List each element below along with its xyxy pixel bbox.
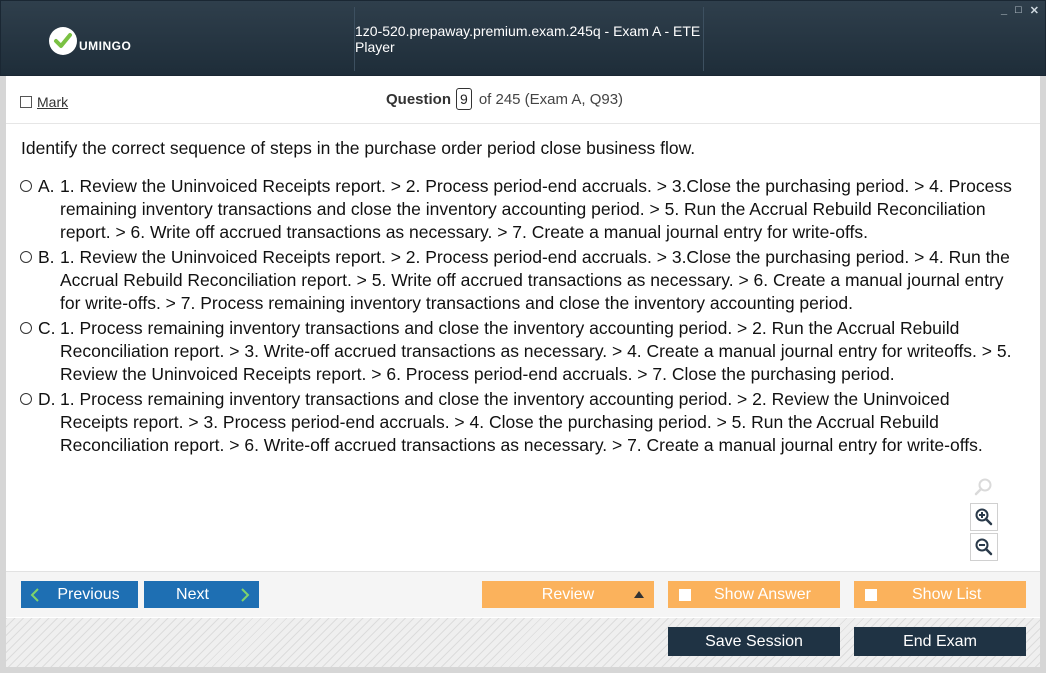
question-label: Question <box>386 90 452 108</box>
title-bar: UMINGO 1z0-520.prepaway.premium.exam.245… <box>0 0 1046 76</box>
show-list-label: Show List <box>912 585 982 603</box>
navigation-bar: Previous Next Review Show Answer Show Li… <box>6 571 1040 617</box>
title-separator <box>703 7 704 71</box>
close-button[interactable]: ✕ <box>1030 4 1039 17</box>
end-exam-button[interactable]: End Exam <box>854 627 1026 656</box>
zoom-in-icon[interactable] <box>970 503 998 531</box>
option-b-radio[interactable] <box>20 251 32 263</box>
question-header: Mark Question 9 of 245 (Exam A, Q93) <box>6 78 1040 124</box>
show-answer-button[interactable]: Show Answer <box>668 581 840 608</box>
answer-options: A. 1. Review the Uninvoiced Receipts rep… <box>20 175 1020 459</box>
zoom-panel <box>970 473 1004 561</box>
show-list-button[interactable]: Show List <box>854 581 1026 608</box>
logo-text: UMINGO <box>79 39 132 53</box>
question-number-input[interactable]: 9 <box>456 88 472 110</box>
search-icon[interactable] <box>970 473 998 501</box>
mark-label: Mark <box>37 94 69 110</box>
app-logo: UMINGO <box>49 25 131 57</box>
check-icon <box>49 27 77 55</box>
option-c-radio[interactable] <box>20 322 32 334</box>
chevron-left-icon <box>30 588 39 602</box>
chevron-right-icon <box>241 588 250 602</box>
question-content: Identify the correct sequence of steps i… <box>6 125 1040 570</box>
mark-checkbox[interactable]: Mark <box>20 94 68 110</box>
option-letter: A. <box>38 176 55 196</box>
minimize-button[interactable]: _ <box>1001 4 1007 17</box>
option-a-radio[interactable] <box>20 180 32 192</box>
show-answer-label: Show Answer <box>714 585 811 603</box>
option-c[interactable]: C. 1. Process remaining inventory transa… <box>20 317 1020 386</box>
frame-right <box>1040 76 1046 673</box>
option-d[interactable]: D. 1. Process remaining inventory transa… <box>20 388 1020 457</box>
bottom-bar: Save Session End Exam <box>6 618 1040 667</box>
option-d-radio[interactable] <box>20 393 32 405</box>
save-session-button[interactable]: Save Session <box>668 627 840 656</box>
next-button[interactable]: Next <box>144 581 259 608</box>
option-b[interactable]: B. 1. Review the Uninvoiced Receipts rep… <box>20 246 1020 315</box>
window-title: 1z0-520.prepaway.premium.exam.245q - Exa… <box>355 23 701 55</box>
show-answer-checkbox[interactable] <box>679 588 691 601</box>
mark-checkbox-box[interactable] <box>20 96 32 108</box>
show-list-checkbox[interactable] <box>865 588 877 601</box>
next-label: Next <box>176 585 209 603</box>
previous-button[interactable]: Previous <box>21 581 138 608</box>
zoom-out-icon[interactable] <box>970 533 998 561</box>
frame-bottom <box>0 667 1046 673</box>
option-a[interactable]: A. 1. Review the Uninvoiced Receipts rep… <box>20 175 1020 244</box>
option-text: 1. Process remaining inventory transacti… <box>60 389 983 455</box>
option-text: 1. Process remaining inventory transacti… <box>60 318 1012 384</box>
option-text: 1. Review the Uninvoiced Receipts report… <box>60 176 1012 242</box>
option-letter: C. <box>38 318 56 338</box>
window-controls: _ □ ✕ <box>1001 4 1039 17</box>
option-letter: D. <box>38 389 56 409</box>
question-text: Identify the correct sequence of steps i… <box>21 138 696 158</box>
option-text: 1. Review the Uninvoiced Receipts report… <box>60 247 1010 313</box>
option-letter: B. <box>38 247 55 267</box>
question-total: of 245 (Exam A, Q93) <box>478 90 624 108</box>
question-counter: Question 9 of 245 (Exam A, Q93) <box>386 88 623 110</box>
triangle-up-icon[interactable] <box>634 591 644 598</box>
maximize-button[interactable]: □ <box>1015 4 1022 17</box>
review-label: Review <box>541 585 595 603</box>
review-button[interactable]: Review <box>482 581 654 608</box>
previous-label: Previous <box>57 585 120 603</box>
